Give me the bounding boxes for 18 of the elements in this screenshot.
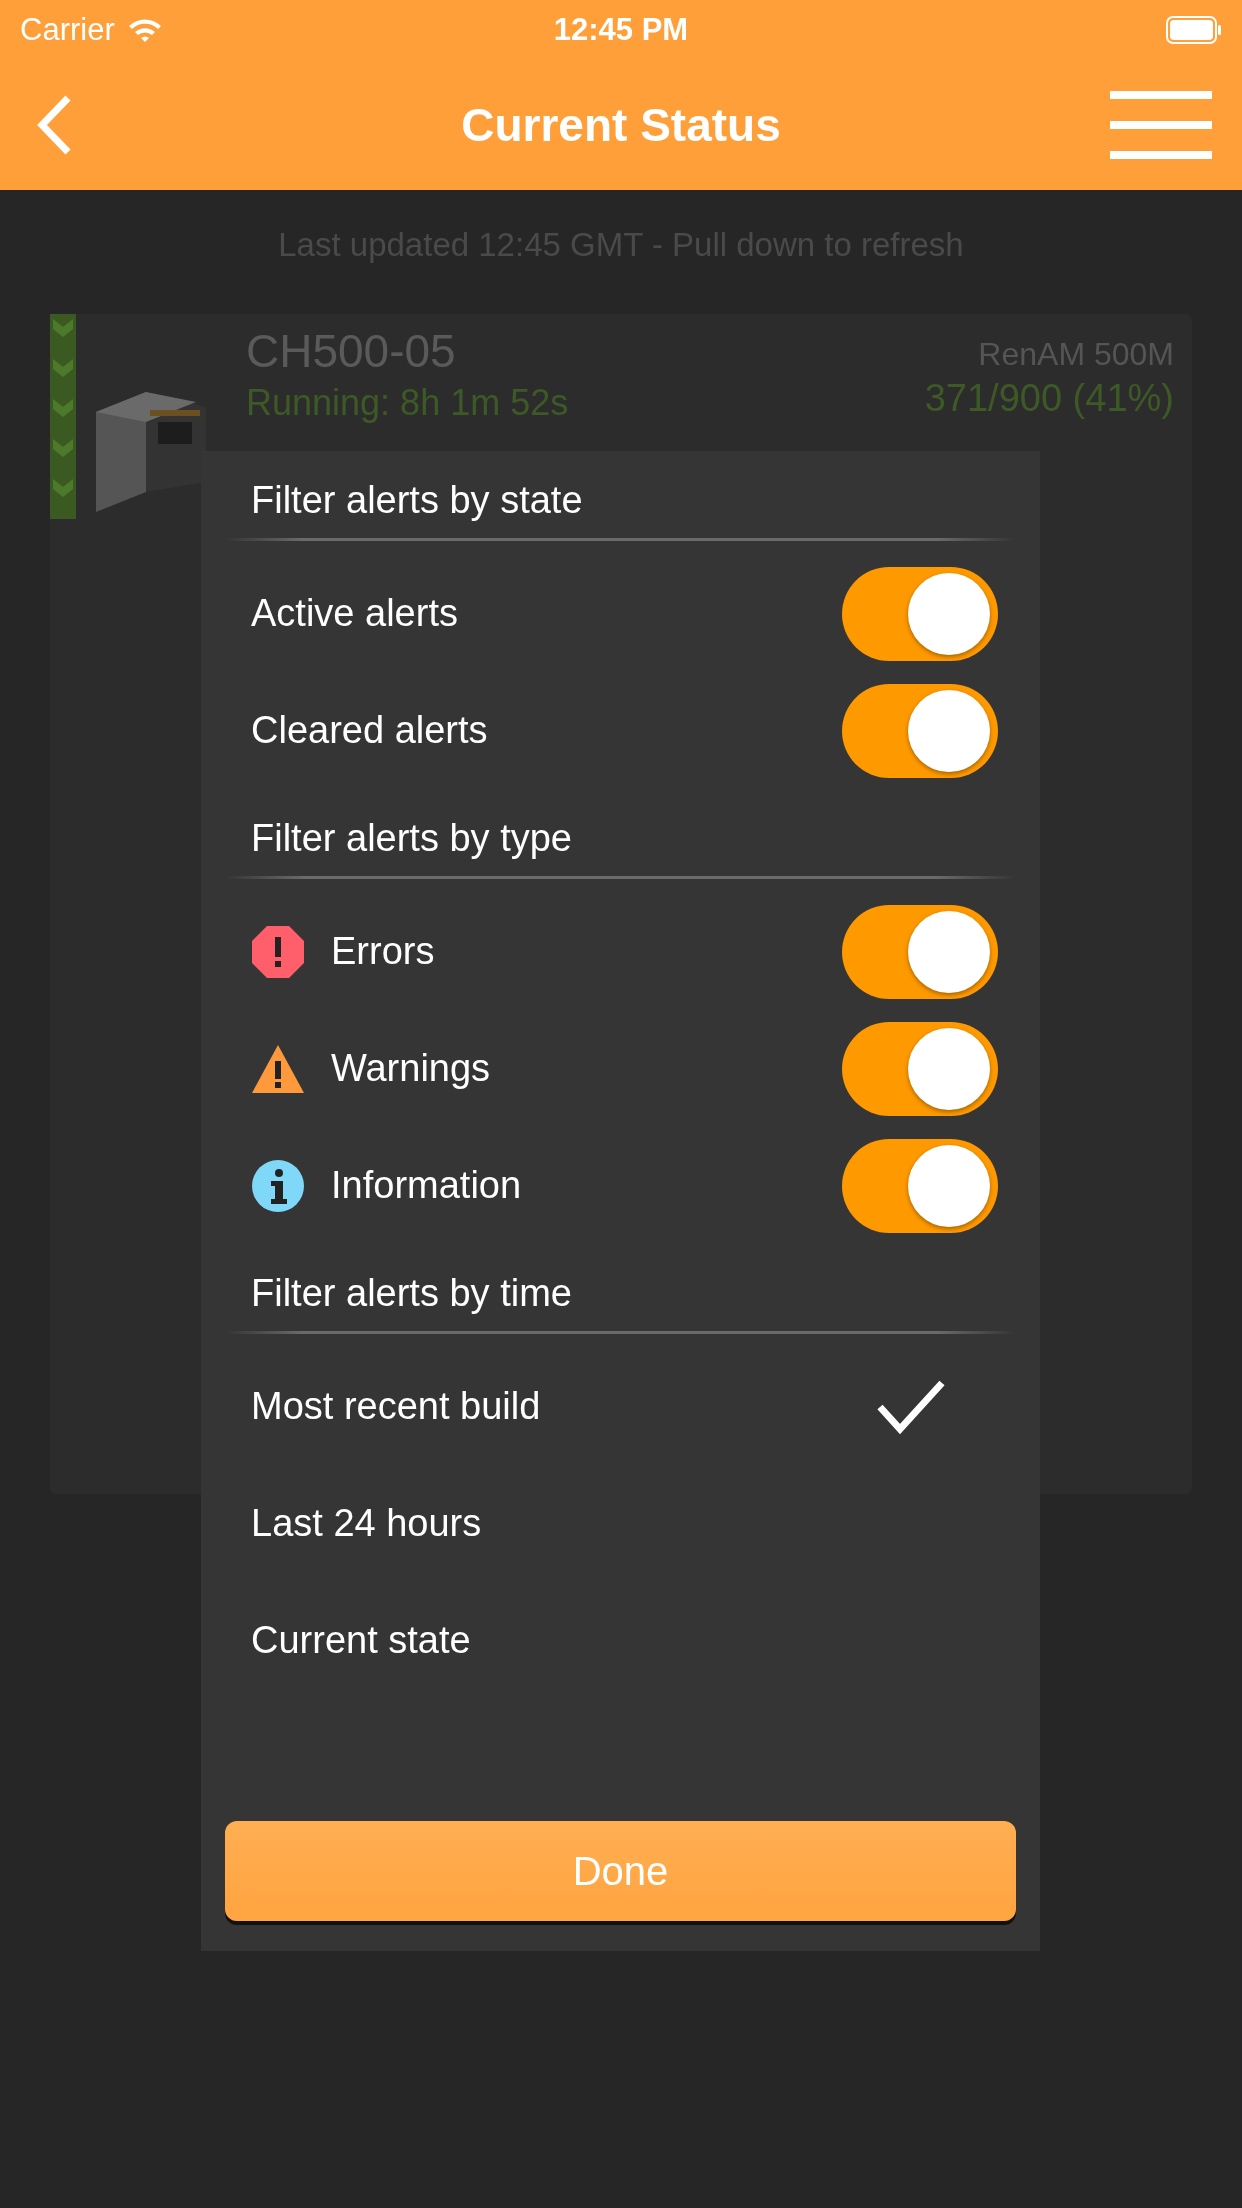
time-option[interactable]: Most recent build: [225, 1348, 1016, 1465]
section-title: Filter alerts by type: [250, 816, 573, 861]
section-title: Filter alerts by state: [250, 478, 584, 523]
filter-label: Warnings: [331, 1047, 492, 1090]
carrier-label: Carrier: [20, 12, 115, 48]
filter-label: Cleared alerts: [251, 709, 489, 752]
warning-icon: [251, 1043, 305, 1094]
section-title: Filter alerts by time: [250, 1271, 573, 1316]
screen-title: Current Status: [460, 98, 782, 152]
filter-label: Active alerts: [251, 592, 459, 635]
info-icon: [251, 1158, 305, 1213]
error-icon: [251, 924, 305, 979]
filter-label: Information: [331, 1164, 523, 1207]
time-option[interactable]: Last 24 hours: [225, 1465, 1016, 1582]
battery-icon: [1166, 16, 1222, 44]
filter-label: Errors: [331, 930, 436, 973]
clock-time: 12:45 PM: [553, 12, 689, 48]
time-option[interactable]: Current state: [225, 1582, 1016, 1699]
